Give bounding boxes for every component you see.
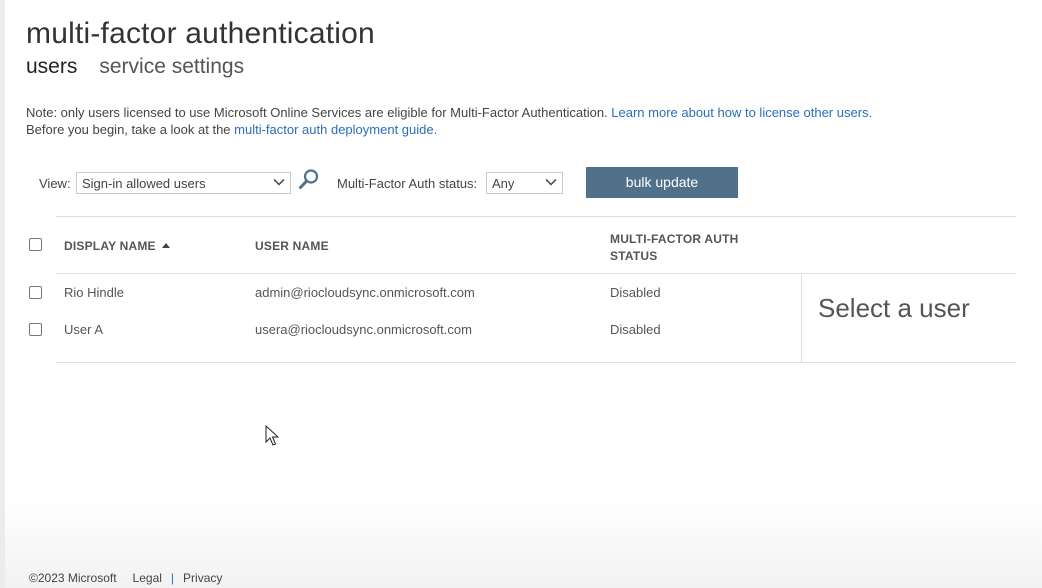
- table-header-divider: [56, 273, 1016, 274]
- footer-separator: |: [170, 571, 175, 585]
- license-users-link[interactable]: Learn more about how to license other us…: [611, 105, 872, 120]
- search-icon[interactable]: [298, 168, 320, 190]
- column-header-user-name[interactable]: USER NAME: [255, 239, 329, 253]
- detail-pane-divider: [801, 274, 802, 362]
- license-note: Note: only users licensed to use Microso…: [26, 104, 1016, 138]
- tab-service-settings[interactable]: service settings: [99, 55, 244, 79]
- view-select[interactable]: Sign-in allowed users: [76, 172, 291, 194]
- note-text-line2: Before you begin, take a look at the: [26, 122, 231, 137]
- column-header-mfa-status-line1: MULTI-FACTOR AUTH: [610, 232, 739, 246]
- filter-bar: View: Sign-in allowed users Multi-Factor…: [39, 167, 759, 198]
- left-edge-bar: [0, 0, 5, 588]
- table-top-divider: [56, 216, 1016, 217]
- tab-users[interactable]: users: [26, 55, 77, 79]
- row-user-name: usera@riocloudsync.onmicrosoft.com: [255, 322, 472, 337]
- select-all-checkbox[interactable]: [29, 238, 42, 251]
- view-select-value: Sign-in allowed users: [82, 176, 206, 191]
- mfa-status-label: Multi-Factor Auth status:: [337, 176, 478, 191]
- row-checkbox[interactable]: [29, 286, 42, 299]
- bulk-update-button[interactable]: bulk update: [586, 167, 738, 198]
- column-header-mfa-status-line2: STATUS: [610, 249, 658, 263]
- legal-link[interactable]: Legal: [133, 571, 162, 585]
- row-user-name: admin@riocloudsync.onmicrosoft.com: [255, 285, 475, 300]
- view-label: View:: [39, 176, 71, 191]
- row-mfa-status: Disabled: [610, 322, 661, 337]
- tab-bar: users service settings: [26, 55, 244, 79]
- deployment-guide-link[interactable]: multi-factor auth deployment guide.: [234, 122, 437, 137]
- page-title: multi-factor authentication: [26, 17, 375, 50]
- chevron-down-icon: [545, 178, 557, 186]
- row-checkbox[interactable]: [29, 323, 42, 336]
- mouse-pointer-icon: [265, 425, 280, 446]
- mfa-status-select-value: Any: [492, 176, 515, 191]
- row-display-name: User A: [64, 322, 104, 337]
- row-mfa-status: Disabled: [610, 285, 661, 300]
- privacy-link[interactable]: Privacy: [183, 571, 222, 585]
- note-text-line1: Note: only users licensed to use Microso…: [26, 105, 608, 120]
- mfa-status-select[interactable]: Any: [486, 172, 563, 194]
- sort-ascending-icon[interactable]: [161, 243, 170, 248]
- table-bottom-divider: [56, 362, 1016, 363]
- chevron-down-icon: [273, 178, 285, 186]
- row-display-name: Rio Hindle: [64, 285, 124, 300]
- column-header-mfa-status[interactable]: MULTI-FACTOR AUTH STATUS: [610, 231, 739, 265]
- footer-copyright: ©2023 Microsoft: [29, 571, 117, 585]
- footer: ©2023 Microsoft Legal | Privacy: [29, 571, 222, 585]
- column-header-display-name[interactable]: DISPLAY NAME: [64, 239, 170, 253]
- column-header-display-name-label: DISPLAY NAME: [64, 239, 156, 253]
- user-detail-placeholder: Select a user: [818, 293, 970, 323]
